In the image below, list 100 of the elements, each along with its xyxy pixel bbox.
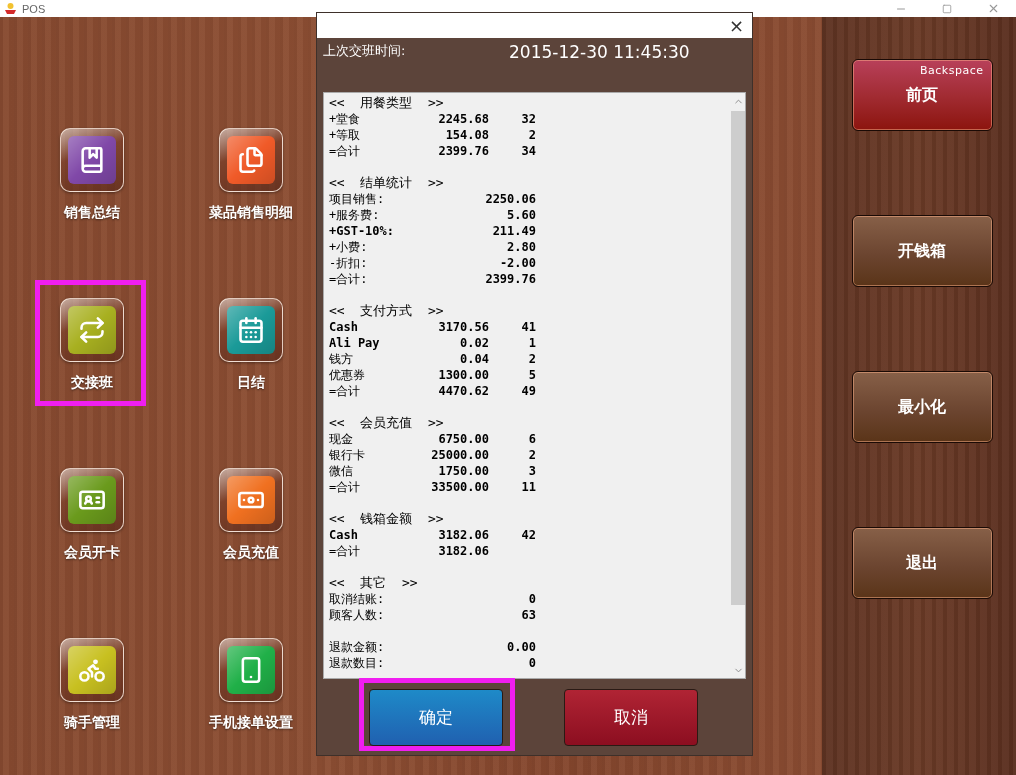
- row-label: 退款数目:: [329, 655, 386, 671]
- row-label: 现金: [329, 431, 354, 447]
- amount-value: 1300.00: [437, 367, 489, 383]
- menu-tile-button[interactable]: [218, 468, 283, 532]
- amount-value: 2399.76: [437, 143, 489, 159]
- row-label: 优惠券: [329, 367, 366, 383]
- tile-label: 骑手管理: [63, 714, 120, 732]
- row-label: +GST-10%:: [329, 223, 396, 239]
- count-value: 3: [527, 463, 536, 479]
- count-value: 32: [520, 111, 536, 127]
- tile-label: 日结: [236, 374, 265, 392]
- amount-value: 4470.62: [437, 383, 489, 399]
- amount-value: 5.60: [506, 207, 536, 223]
- tile-label: 销售总结: [63, 204, 120, 222]
- amount-value: 2399.76: [484, 271, 536, 287]
- amount-value: 25000.00: [430, 447, 489, 463]
- menu-tile-button[interactable]: [59, 128, 124, 192]
- row-label: Cash: [329, 319, 359, 335]
- cancel-button[interactable]: 取消: [564, 688, 698, 746]
- amount-value: -2.00: [498, 255, 536, 271]
- count-value: 5: [527, 367, 536, 383]
- amount-value: 1750.00: [437, 463, 489, 479]
- confirm-button[interactable]: 确定: [369, 688, 503, 746]
- section-heading: << 会员充值 >>: [329, 415, 444, 431]
- amount-value: 3182.06: [437, 543, 489, 559]
- count-value: 42: [520, 527, 536, 543]
- count-value: 41: [520, 319, 536, 335]
- tile-label: 手机接单设置: [208, 714, 293, 732]
- scroll-thumb[interactable]: [731, 111, 745, 605]
- tile-label: 交接班: [70, 374, 113, 392]
- amount-value: 0.02: [459, 335, 489, 351]
- row-label: 银行卡: [329, 447, 366, 463]
- row-label: +堂食: [329, 111, 362, 127]
- amount-value: 154.08: [444, 127, 489, 143]
- section-heading: << 其它 >>: [329, 575, 418, 591]
- row-label: +等取: [329, 127, 362, 143]
- amount-value: 3182.06: [437, 527, 489, 543]
- header-label: 上次交班时间:: [323, 42, 407, 60]
- row-label: +服务费:: [329, 207, 381, 223]
- amount-value: 0: [527, 591, 536, 607]
- amount-value: 6750.00: [437, 431, 489, 447]
- count-value: 49: [520, 383, 536, 399]
- menu-tile-button[interactable]: [59, 298, 124, 362]
- amount-value: 2.80: [506, 239, 536, 255]
- tile-label: 会员充值: [222, 544, 279, 562]
- count-value: 34: [520, 143, 536, 159]
- bicycle-icon: [77, 656, 106, 684]
- menu-tile-button[interactable]: [218, 128, 283, 192]
- count-value: 2: [527, 127, 536, 143]
- row-label: =合计: [329, 143, 362, 159]
- menu-tile-button[interactable]: [59, 638, 124, 702]
- window-title: POS: [22, 2, 47, 15]
- side-button[interactable]: 退出: [851, 527, 993, 599]
- count-value: 2: [527, 351, 536, 367]
- row-label: +小费:: [329, 239, 369, 255]
- row-label: Ali Pay: [329, 335, 381, 351]
- row-label: =合计:: [329, 271, 369, 287]
- row-label: 项目销售:: [329, 191, 386, 207]
- row-label: 取消结账:: [329, 591, 386, 607]
- row-label: 退款金额:: [329, 639, 386, 655]
- side-button[interactable]: Backspace 前页: [851, 59, 993, 131]
- count-value: 11: [520, 479, 536, 495]
- documents-icon: [236, 146, 265, 174]
- section-heading: << 支付方式 >>: [329, 303, 444, 319]
- row-label: =合计: [329, 383, 362, 399]
- menu-tile-button[interactable]: [218, 298, 283, 362]
- menu-tile-button[interactable]: [59, 468, 124, 532]
- amount-value: 211.49: [491, 223, 536, 239]
- side-button[interactable]: 开钱箱: [851, 215, 993, 287]
- tile-label: 菜品销售明细: [208, 204, 293, 222]
- side-button[interactable]: 最小化: [851, 371, 993, 443]
- count-value: 2: [527, 447, 536, 463]
- count-value: 1: [527, 335, 536, 351]
- row-label: 顾客人数:: [329, 607, 386, 623]
- calendar-icon: [236, 316, 265, 344]
- section-heading: << 用餐类型 >>: [329, 95, 444, 111]
- timestamp: 2015-12-30 11:45:30: [509, 42, 690, 62]
- amount-value: 2245.68: [437, 111, 489, 127]
- close-button[interactable]: ×: [720, 15, 752, 36]
- row-label: =合计: [329, 479, 362, 495]
- row-label: 钱方: [329, 351, 354, 367]
- row-label: 微信: [329, 463, 354, 479]
- amount-value: 0.00: [506, 639, 536, 655]
- row-label: -折扣:: [329, 255, 369, 271]
- amount-value: 0: [527, 655, 536, 671]
- menu-tile-button[interactable]: [218, 638, 283, 702]
- count-value: 6: [527, 431, 536, 447]
- amount-value: 33500.00: [430, 479, 489, 495]
- amount-value: 63: [520, 607, 536, 623]
- section-heading: << 结单统计 >>: [329, 175, 444, 191]
- amount-value: 3170.56: [437, 319, 489, 335]
- row-label: =合计: [329, 543, 362, 559]
- section-heading: << 钱箱金额 >>: [329, 511, 444, 527]
- amount-value: 0.04: [459, 351, 489, 367]
- shortcut-hint: Backspace: [920, 64, 984, 77]
- amount-value: 2250.06: [484, 191, 536, 207]
- app-logo-icon: [4, 2, 17, 15]
- repeat-icon: [77, 316, 106, 344]
- row-label: Cash: [329, 527, 359, 543]
- tile-label: 会员开卡: [63, 544, 120, 562]
